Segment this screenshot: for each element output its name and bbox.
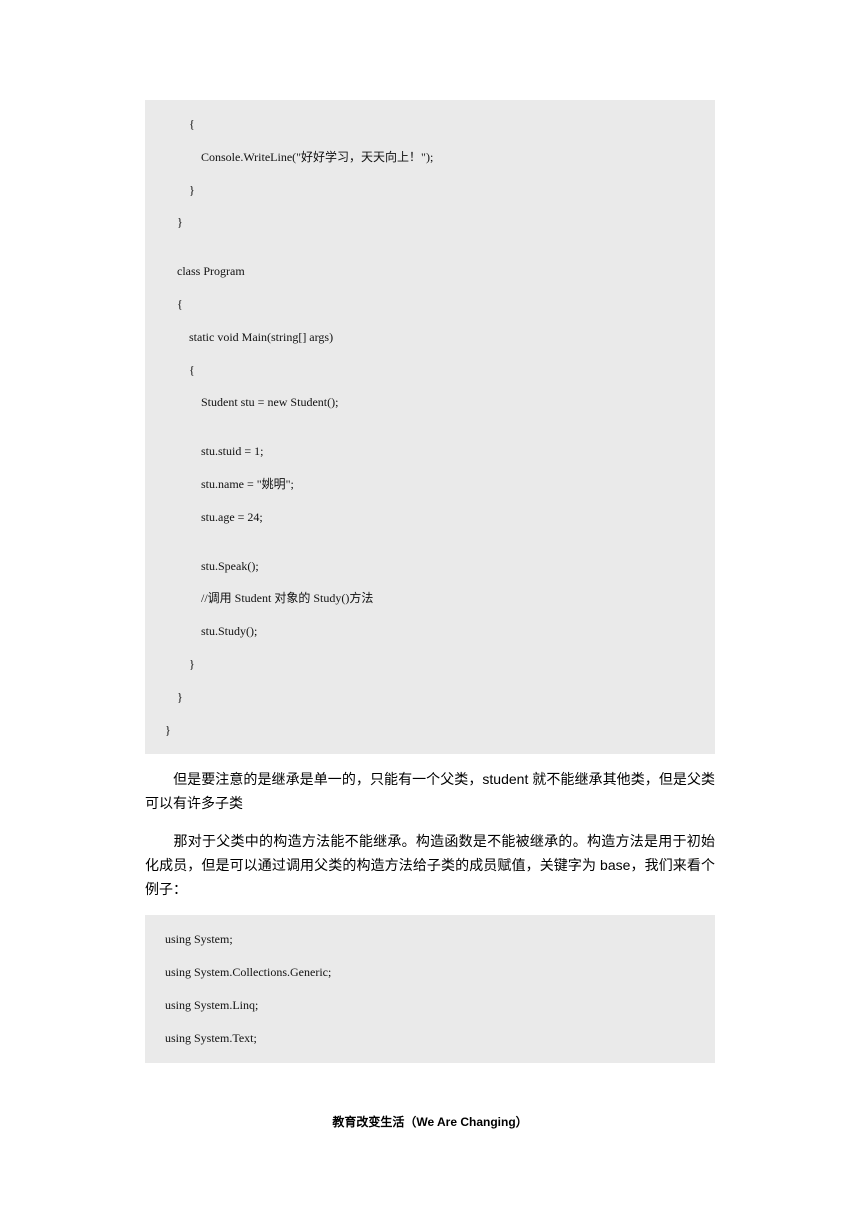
code-line [145,419,715,435]
code-line: stu.Study(); [145,615,715,648]
code-line: static void Main(string[] args) [145,321,715,354]
code-line: using System; [145,923,715,956]
code-line: //调用 Student 对象的 Study()方法 [145,582,715,615]
code-line: } [145,174,715,207]
code-line: } [145,648,715,681]
code-line [145,534,715,550]
code-line: } [145,681,715,714]
code-block-1: { Console.WriteLine("好好学习，天天向上！"); } } c… [145,100,715,754]
document-page: { Console.WriteLine("好好学习，天天向上！"); } } c… [0,0,860,1170]
code-line: { [145,354,715,387]
paragraph-1: 但是要注意的是继承是单一的，只能有一个父类，student 就不能继承其他类，但… [145,768,715,816]
code-line: Student stu = new Student(); [145,386,715,419]
code-line: } [145,714,715,747]
code-line: stu.stuid = 1; [145,435,715,468]
code-line: using System.Text; [145,1022,715,1055]
code-line: class Program [145,255,715,288]
code-line: stu.name = "姚明"; [145,468,715,501]
code-line [145,239,715,255]
paragraph-2: 那对于父类中的构造方法能不能继承。构造函数是不能被继承的。构造方法是用于初始化成… [145,830,715,901]
code-block-2: using System; using System.Collections.G… [145,915,715,1062]
code-line: stu.age = 24; [145,501,715,534]
code-line: { [145,288,715,321]
code-line: { [145,108,715,141]
code-line: } [145,206,715,239]
code-line: stu.Speak(); [145,550,715,583]
code-line: using System.Collections.Generic; [145,956,715,989]
code-line: using System.Linq; [145,989,715,1022]
code-line: Console.WriteLine("好好学习，天天向上！"); [145,141,715,174]
page-footer: 教育改变生活（We Are Changing） [145,1113,715,1130]
